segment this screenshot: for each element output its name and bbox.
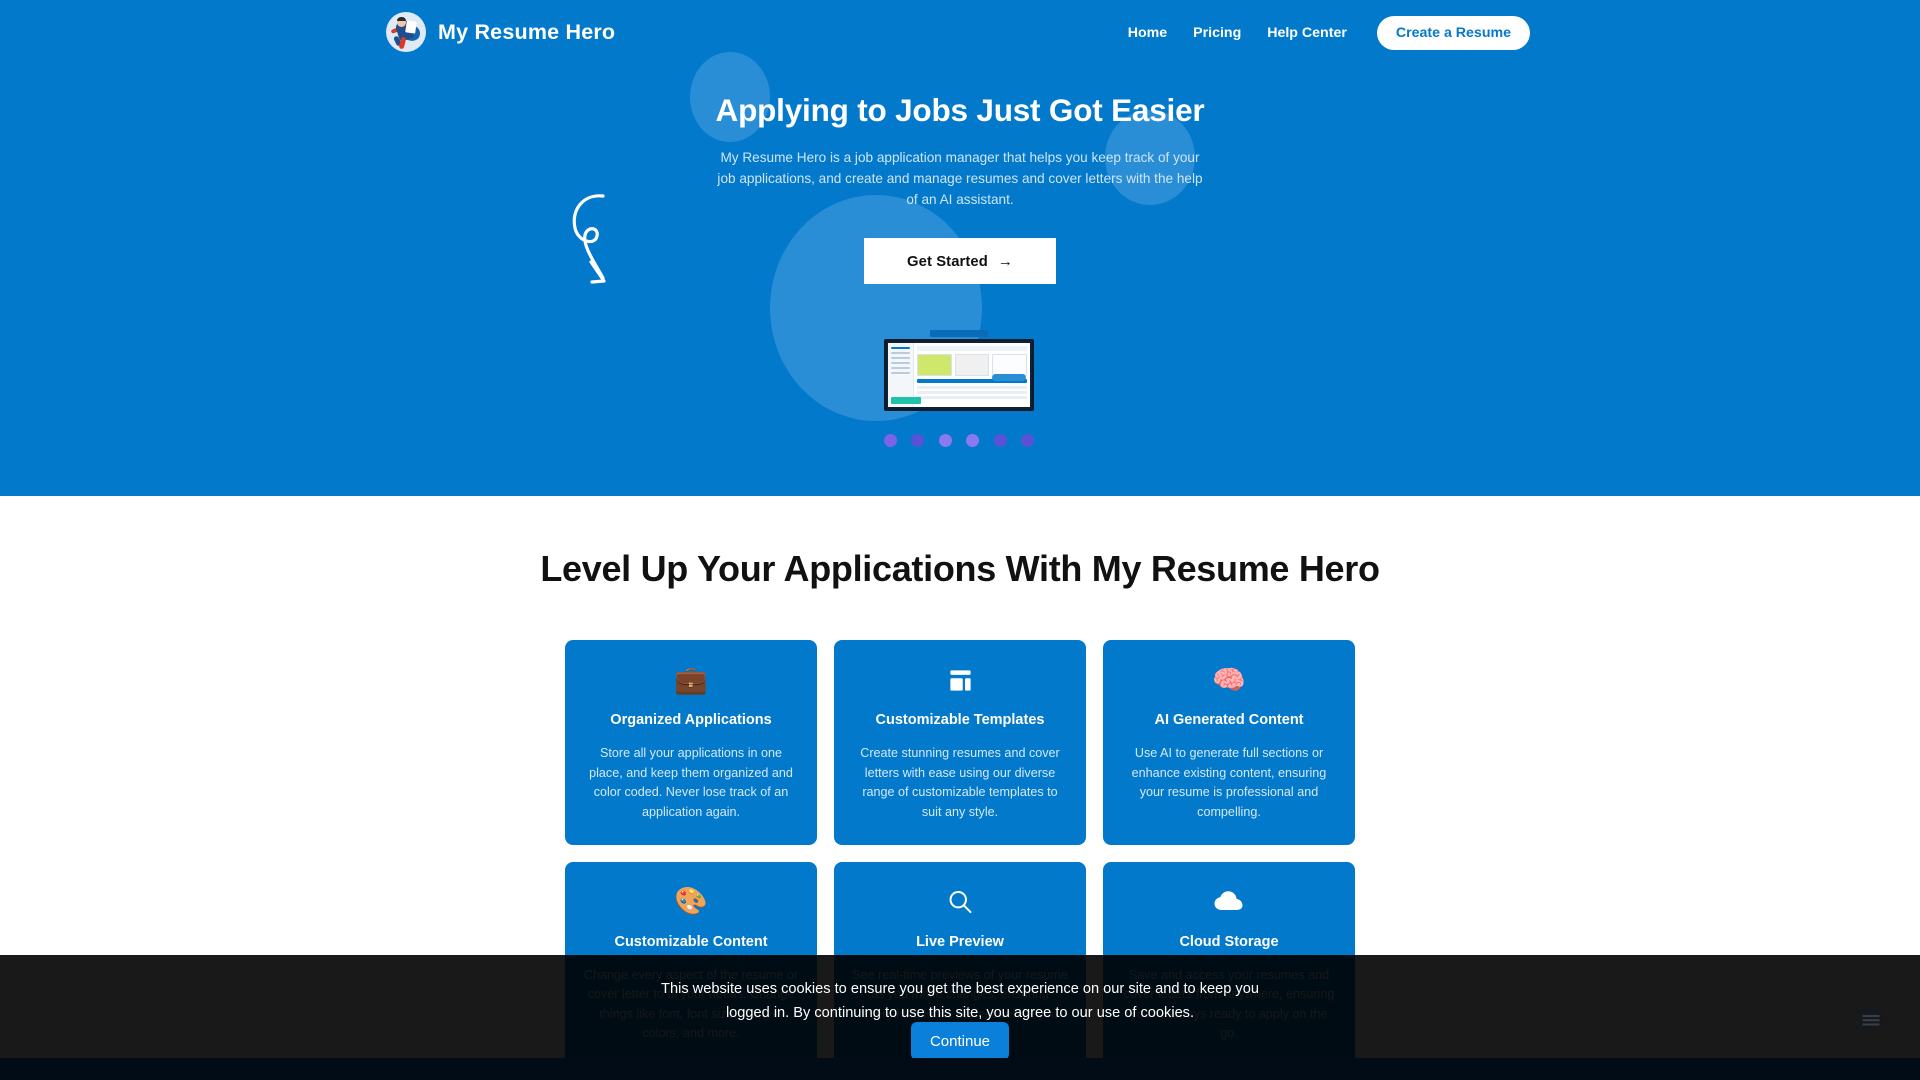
feature-card-ai-generated-content[interactable]: 🧠 AI Generated Content Use AI to generat… xyxy=(1103,640,1355,845)
nav-link-help-center[interactable]: Help Center xyxy=(1267,25,1347,41)
carousel-dot[interactable] xyxy=(938,434,952,447)
template-layout-icon xyxy=(852,662,1068,698)
carousel-dot[interactable] xyxy=(1020,434,1034,447)
chat-bubble-icon[interactable] xyxy=(1854,1005,1888,1039)
get-started-label: Get Started xyxy=(907,253,988,270)
carousel-dot[interactable] xyxy=(884,434,897,447)
carousel-dots xyxy=(884,434,1034,447)
hero-subtitle: My Resume Hero is a job application mana… xyxy=(717,150,1203,208)
feature-card-text: Store all your applications in one place… xyxy=(589,746,793,819)
curly-arrow-icon xyxy=(572,194,606,284)
hero-title: Applying to Jobs Just Got Easier xyxy=(715,92,1205,128)
brain-icon: 🧠 xyxy=(1212,664,1246,695)
bottom-strip xyxy=(0,1058,1920,1080)
feature-card-title: Customizable Content xyxy=(614,933,768,950)
nav-link-pricing[interactable]: Pricing xyxy=(1193,25,1241,41)
hero-section: My Resume Hero Home Pricing Help Center … xyxy=(0,0,1920,496)
superhero-avatar-icon xyxy=(386,12,426,52)
feature-card-title: AI Generated Content xyxy=(1154,712,1304,728)
feature-card-title: Live Preview xyxy=(916,933,1004,950)
feature-card-title: Cloud Storage xyxy=(1179,933,1279,950)
feature-card-title: Customizable Templates xyxy=(875,712,1045,728)
nav-links-group: Home Pricing Help Center Create a Resume xyxy=(1128,16,1530,50)
feature-card-text: Create stunning resumes and cover letter… xyxy=(860,746,1060,819)
mockup-browser-tab xyxy=(930,330,988,337)
top-navigation-bar: My Resume Hero Home Pricing Help Center … xyxy=(0,0,1920,64)
briefcase-icon: 💼 xyxy=(674,664,708,695)
mockup-frame xyxy=(884,339,1034,411)
carousel-dot[interactable] xyxy=(911,434,925,447)
nav-link-home[interactable]: Home xyxy=(1128,25,1167,41)
magnifying-glass-icon xyxy=(852,884,1068,920)
hero-content: Applying to Jobs Just Got Easier My Resu… xyxy=(0,92,1920,285)
create-a-resume-button[interactable]: Create a Resume xyxy=(1376,16,1530,50)
brand-logo-group[interactable]: My Resume Hero xyxy=(386,12,615,52)
features-section-title: Level Up Your Applications With My Resum… xyxy=(540,548,1380,589)
feature-card-title: Organized Applications xyxy=(610,712,772,728)
carousel-dot[interactable] xyxy=(993,434,1007,447)
feature-card-organized-applications[interactable]: 💼 Organized Applications Store all your … xyxy=(565,640,817,845)
carousel-dot[interactable] xyxy=(966,434,980,447)
get-started-button[interactable]: Get Started → xyxy=(864,238,1056,285)
cloud-icon xyxy=(1121,884,1337,920)
palette-icon: 🎨 xyxy=(674,886,708,917)
cookie-continue-button[interactable]: Continue xyxy=(911,1022,1009,1060)
brand-name: My Resume Hero xyxy=(438,19,616,44)
arrow-right-icon: → xyxy=(997,252,1013,270)
cookie-consent-text: This website uses cookies to ensure you … xyxy=(661,981,1259,1021)
landing-page: My Resume Hero Home Pricing Help Center … xyxy=(0,0,1920,1080)
feature-card-customizable-templates[interactable]: Customizable Templates Create stunning r… xyxy=(834,640,1086,845)
feature-card-text: Use AI to generate full sections or enha… xyxy=(1131,746,1327,819)
app-screenshot-mockup xyxy=(884,330,1034,411)
